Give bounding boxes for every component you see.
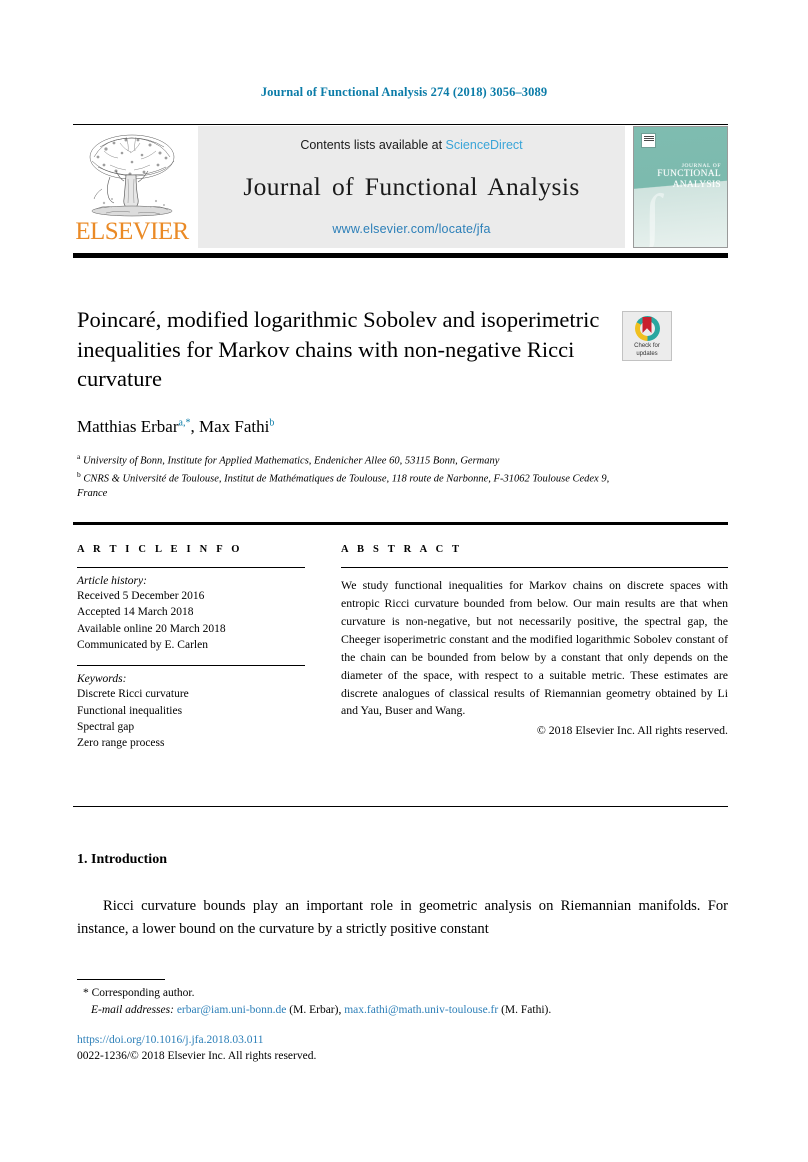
info-top-rule — [73, 522, 728, 525]
masthead-bottom-rule — [73, 253, 728, 258]
title-block: Poincaré, modified logarithmic Sobolev a… — [77, 305, 607, 394]
crossmark-badge[interactable]: Check for updates — [622, 311, 672, 361]
author-marks-2: b — [269, 417, 275, 429]
introduction-paragraph: Ricci curvature bounds play an important… — [77, 898, 728, 938]
footnote-block: * Corresponding author. E-mail addresses… — [77, 985, 732, 1020]
elsevier-wordmark: ELSEVIER — [75, 218, 189, 245]
keywords-label: Keywords: — [77, 673, 127, 686]
author-marks-1: a,* — [178, 417, 191, 429]
corresponding-author-text: Corresponding author. — [91, 987, 195, 999]
journal-url-link[interactable]: www.elsevier.com/locate/jfa — [332, 222, 490, 236]
contents-prefix-text: Contents lists available at — [300, 138, 446, 152]
email-addresses-label: E-mail addresses: — [91, 1004, 174, 1017]
keywords-block: Keywords: Discrete Ricci curvature Funct… — [77, 673, 305, 751]
affiliation-text-b: CNRS & Université de Toulouse, Institut … — [77, 473, 610, 500]
crossmark-ribbon-icon — [642, 317, 652, 333]
page-title: Poincaré, modified logarithmic Sobolev a… — [77, 307, 600, 392]
email-author-2: (M. Fathi). — [501, 1004, 552, 1017]
crossmark-label-line1: Check for — [634, 343, 660, 349]
article-history-item: Accepted 14 March 2018 — [77, 606, 194, 619]
abstract-copyright: © 2018 Elsevier Inc. All rights reserved… — [536, 723, 728, 738]
article-history-item: Available online 20 March 2018 — [77, 622, 226, 635]
footnote-rule — [77, 979, 165, 980]
author-list: Matthias Erbara,*, Max Fathib — [77, 417, 677, 437]
author-name-1: Matthias Erbar — [77, 417, 179, 436]
affiliation-item: b CNRS & Université de Toulouse, Institu… — [77, 470, 637, 502]
corresponding-author-mark: * — [83, 987, 89, 999]
running-head: Journal of Functional Analysis 274 (2018… — [260, 85, 548, 99]
cover-elsevier-mark-icon — [641, 133, 656, 148]
abstract-divider — [341, 567, 728, 568]
journal-cover-thumbnail: JOURNAL OF FUNCTIONAL ANALYSIS ∫ — [633, 126, 728, 248]
crossmark-label: Check for updates — [634, 343, 660, 358]
affiliation-mark-a: a — [77, 452, 81, 461]
article-info-heading: A R T I C L E I N F O — [77, 544, 243, 555]
abstract-column: A B S T R A C T We study functional ineq… — [341, 544, 728, 738]
article-info-divider-top — [77, 567, 305, 568]
crossmark-circle-icon — [634, 316, 660, 341]
journal-masthead: ELSEVIER Contents lists available at Sci… — [73, 126, 728, 248]
masthead-top-rule — [73, 124, 728, 125]
cover-title-line2: FUNCTIONAL — [657, 169, 721, 180]
journal-title: Journal of Functional Analysis — [243, 172, 580, 201]
author-name-2: Max Fathi — [198, 417, 270, 436]
article-history-label: Article history: — [77, 575, 147, 587]
affiliation-list: a University of Bonn, Institute for Appl… — [77, 452, 637, 503]
article-history-item: Received 5 December 2016 — [77, 590, 205, 602]
abstract-body: We study functional inequalities for Mar… — [341, 578, 728, 718]
sciencedirect-link[interactable]: ScienceDirect — [446, 138, 523, 152]
contents-available-line: Contents lists available at ScienceDirec… — [300, 138, 522, 152]
keyword-item: Functional inequalities — [77, 704, 183, 717]
article-first-page: Journal of Functional Analysis 274 (2018… — [0, 0, 808, 1162]
masthead-center-panel: Contents lists available at ScienceDirec… — [198, 126, 625, 248]
keyword-item: Zero range process — [77, 737, 165, 750]
affiliation-mark-b: b — [77, 469, 81, 479]
email-link-fathi[interactable]: max.fathi@math.univ-toulouse.fr — [344, 1004, 498, 1016]
affiliation-text-a: University of Bonn, Institute for Applie… — [82, 455, 500, 467]
abstract-heading: A B S T R A C T — [341, 544, 463, 555]
article-history-item: Communicated by E. Carlen — [77, 638, 208, 651]
affiliation-item: a University of Bonn, Institute for Appl… — [77, 452, 637, 469]
email-link-erbar[interactable]: erbar@iam.uni-bonn.de — [177, 1004, 287, 1016]
email-author-1: (M. Erbar), — [289, 1004, 342, 1017]
corresponding-author-note: * Corresponding author. — [77, 985, 732, 1002]
keyword-item: Discrete Ricci curvature — [77, 688, 189, 701]
section-heading-introduction: 1. Introduction — [77, 852, 167, 867]
info-bottom-rule — [73, 806, 728, 807]
doi-link[interactable]: https://doi.org/10.1016/j.jfa.2018.03.01… — [77, 1034, 264, 1046]
crossmark-label-line2: updates — [636, 350, 658, 357]
article-info-divider-mid — [77, 665, 305, 667]
cover-integral-glyph: ∫ — [644, 183, 661, 248]
keyword-item: Spectral gap — [77, 720, 135, 733]
issn-copyright-line: 0022-1236/© 2018 Elsevier Inc. All right… — [77, 1050, 317, 1062]
elsevier-tree-icon — [80, 131, 184, 219]
email-addresses-line: E-mail addresses: erbar@iam.uni-bonn.de … — [77, 1002, 732, 1019]
article-info-column: A R T I C L E I N F O Article history: R… — [77, 544, 305, 752]
author-separator: , — [190, 417, 199, 436]
elsevier-logo: ELSEVIER — [73, 126, 191, 248]
